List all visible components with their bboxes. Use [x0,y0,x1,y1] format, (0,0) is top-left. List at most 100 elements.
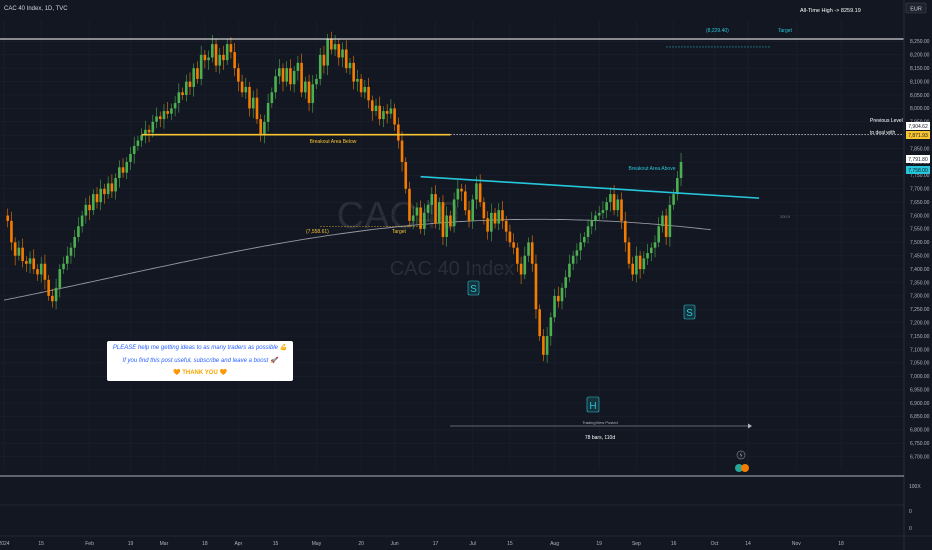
candle-body [58,269,62,288]
candle-body [129,153,132,162]
candle-body [352,62,355,82]
candle-body [225,44,229,61]
promo-line-2: If you find this post useful, subscribe … [122,357,278,364]
time-tick-label: 15 [273,541,279,547]
candle-body [237,68,240,82]
candle-body [616,199,620,211]
candle-body [99,188,103,203]
candle-body [255,97,259,120]
candle-body [519,263,523,275]
candle-body [661,215,664,227]
candle-body [304,81,307,93]
candle-body [471,199,475,221]
candle-body [285,68,289,82]
candle-body [181,92,184,95]
breakout-above-label: Breakout Area Above [629,166,676,172]
price-tick-label: 7,100.00 [910,347,930,353]
candle-body [248,86,251,109]
time-tick-label: 15 [38,541,44,547]
candle-body [84,204,88,216]
target-low-label: Target [392,229,407,235]
lower-panel-top-label: 100X [909,484,921,490]
candle-body [184,81,188,95]
candle-body [326,38,329,66]
price-tick-label: 7,600.00 [910,213,930,219]
candle-body [36,269,39,275]
price-tick-label: 8,000.00 [910,106,930,112]
candle-body [318,54,322,79]
price-tick-label: 6,800.00 [910,428,930,434]
candle-body [497,210,501,224]
candle-body [411,215,415,221]
candle-body [43,263,47,280]
right-shoulder-label: S [686,308,693,319]
candle-body [199,54,203,79]
candle-body [270,92,274,104]
candle-body [240,81,244,93]
moving-average-200 [3,218,711,301]
price-tick-label: 7,000.00 [910,374,930,380]
price-tag-level-a-text: 7,904.62 [908,124,928,130]
range-label: 78 bars, 110d [585,435,615,441]
candle-body [370,100,374,112]
candle-body [527,242,530,256]
candle-body [441,202,445,237]
candle-body [62,263,65,270]
candle-body [597,212,601,216]
projection-arrowhead [748,423,752,429]
candle-body [568,263,571,278]
candle-body [80,215,84,227]
candle-body [542,336,545,355]
candle-body [229,44,233,53]
candle-body [69,247,73,256]
price-tick-label: 7,450.00 [910,254,930,260]
price-tick-label: 7,850.00 [910,146,930,152]
candle-body [385,111,389,114]
time-axis[interactable]: 2024 15 Feb 19 Mar 18 Apr 15 May 20 Jun 17 Jul 15 Aug 1… [0,541,844,547]
candle-body [292,70,296,85]
price-tick-label: 7,500.00 [910,240,930,246]
candle-body [478,183,482,203]
chart-title[interactable]: CAC 40 Index, 1D, TVC [4,6,68,12]
candle-body [456,188,460,200]
time-tick-label: 19 [128,541,134,547]
candle-body [274,76,277,93]
candle-body [363,86,367,93]
candle-body [374,105,378,112]
candle-body [571,255,575,264]
candle-body [196,68,199,79]
candle-body [121,167,125,173]
candle-body [676,178,679,195]
price-tick-label: 6,850.00 [910,414,930,420]
price-tick-label: 6,700.00 [910,454,930,460]
candle-body [311,84,315,104]
candle-body [214,44,218,66]
candle-body [415,207,419,216]
candle-body [434,194,437,224]
time-tick-label: Apr [234,541,242,547]
candle-body [397,124,400,141]
candle-body [486,218,489,232]
candle-body [337,44,341,58]
candle-body [620,199,623,221]
candle-body [538,309,541,337]
candle-body [534,263,538,310]
price-axis[interactable]: 6,700.00 6,750.00 6,800.00 6,850.00 6,900.00… [910,39,930,460]
target-low-value: (7,558.61) [306,229,329,235]
price-tick-label: 7,400.00 [910,267,930,273]
candle-body [151,121,155,133]
time-tick-label: 18 [838,541,844,547]
candle-body [132,145,136,154]
earnings-icon-2[interactable] [741,464,749,472]
price-tick-label: 7,300.00 [910,294,930,300]
time-tick-label: May [312,541,322,547]
grid [0,20,904,470]
candle-body [482,202,486,219]
price-tick-label: 8,200.00 [910,53,930,59]
candle-body [404,161,408,189]
chart[interactable]: CAC40 CAC 40 Index CAC 40 Index, 1D, TVC… [0,0,932,550]
candle-body [356,78,359,82]
candle-body [54,287,58,302]
candle-body [192,68,196,87]
candle-body [657,226,661,243]
